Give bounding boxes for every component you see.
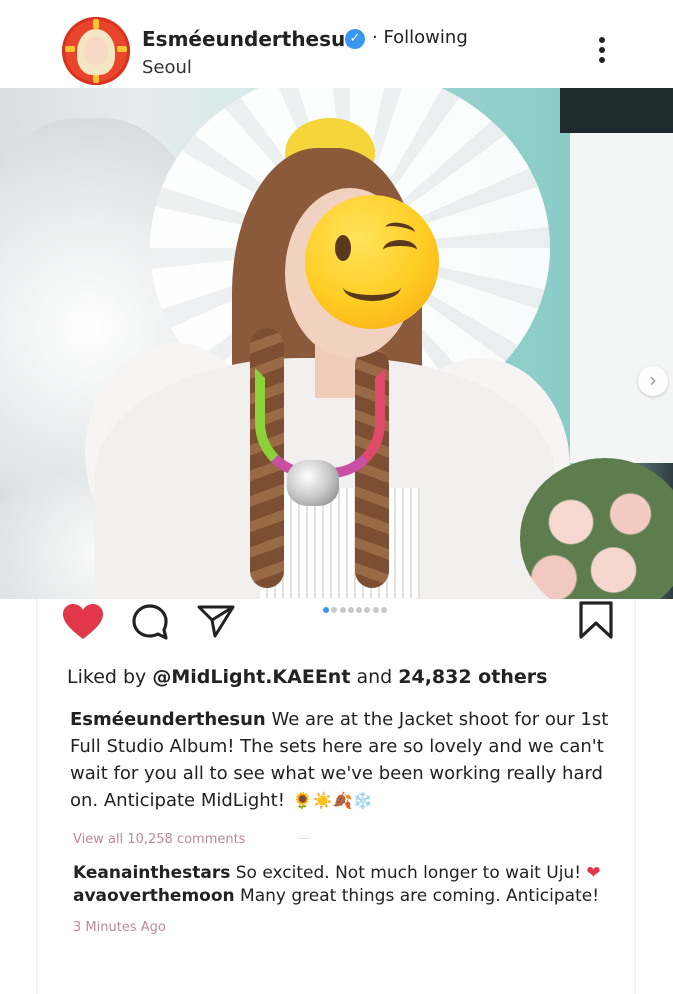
comment-user[interactable]: Keanainthestars xyxy=(73,863,230,883)
comment-text: Many great things are coming. Anticipate… xyxy=(240,886,600,906)
carousel-dot xyxy=(356,607,363,613)
photo-smock xyxy=(260,488,420,599)
photo-panel xyxy=(570,133,673,463)
post-photo[interactable]: › xyxy=(0,88,673,599)
post-timestamp: 3 Minutes Ago xyxy=(73,920,166,935)
divider xyxy=(298,838,310,839)
avatar-ray xyxy=(65,46,75,52)
heart-icon[interactable] xyxy=(62,604,104,640)
liked-by-prefix: Liked by xyxy=(67,666,147,688)
avatar-ray xyxy=(93,19,99,29)
caption: Esméeunderthesun We are at the Jacket sh… xyxy=(70,706,630,814)
caption-emojis: 🌻☀️🍂❄️ xyxy=(292,791,373,810)
carousel-indicator xyxy=(323,607,389,615)
avatar-face xyxy=(84,37,108,65)
post-header: Esméeunderthesun ✓ · Following Seoul xyxy=(0,0,673,88)
liked-by-user[interactable]: @MidLight.KAEEnt xyxy=(152,666,350,688)
share-icon[interactable] xyxy=(196,603,236,639)
username[interactable]: Esméeunderthesun xyxy=(142,27,360,51)
carousel-dot xyxy=(339,607,346,613)
photo-panel xyxy=(560,88,673,133)
more-options-icon[interactable] xyxy=(596,37,608,67)
carousel-dot xyxy=(381,607,388,613)
caption-username[interactable]: Esméeunderthesun xyxy=(70,709,266,730)
carousel-dot xyxy=(331,607,338,613)
carousel-dot xyxy=(323,607,329,613)
following-button[interactable]: · Following xyxy=(372,27,468,48)
chevron-right-icon[interactable]: › xyxy=(638,366,668,396)
liked-by-and: and xyxy=(356,666,393,688)
comment-user[interactable]: avaoverthemoon xyxy=(73,886,235,906)
avatar-ray xyxy=(117,46,127,52)
carousel-dot xyxy=(372,607,379,613)
comment-list: Keanainthestars So excited. Not much lon… xyxy=(73,862,633,908)
winking-face-emoji-icon xyxy=(305,195,439,329)
bookmark-icon[interactable] xyxy=(578,601,614,639)
location[interactable]: Seoul xyxy=(142,57,192,78)
comment-item: avaoverthemoon Many great things are com… xyxy=(73,885,633,908)
view-all-comments-link[interactable]: View all 10,258 comments xyxy=(73,832,245,847)
avatar[interactable] xyxy=(62,17,130,85)
comment-icon[interactable] xyxy=(131,603,169,641)
verified-badge-icon: ✓ xyxy=(345,29,365,49)
likes-summary: Liked by @MidLight.KAEEnt and 24,832 oth… xyxy=(67,666,547,688)
liked-by-others[interactable]: 24,832 others xyxy=(398,666,547,688)
photo-pendant xyxy=(287,460,339,506)
comment-text: So excited. Not much longer to wait Uju! xyxy=(235,863,582,883)
comment-item: Keanainthestars So excited. Not much lon… xyxy=(73,862,633,885)
carousel-dot xyxy=(364,607,371,613)
red-heart-emoji-icon: ❤ xyxy=(586,863,601,883)
carousel-dot xyxy=(347,607,354,613)
